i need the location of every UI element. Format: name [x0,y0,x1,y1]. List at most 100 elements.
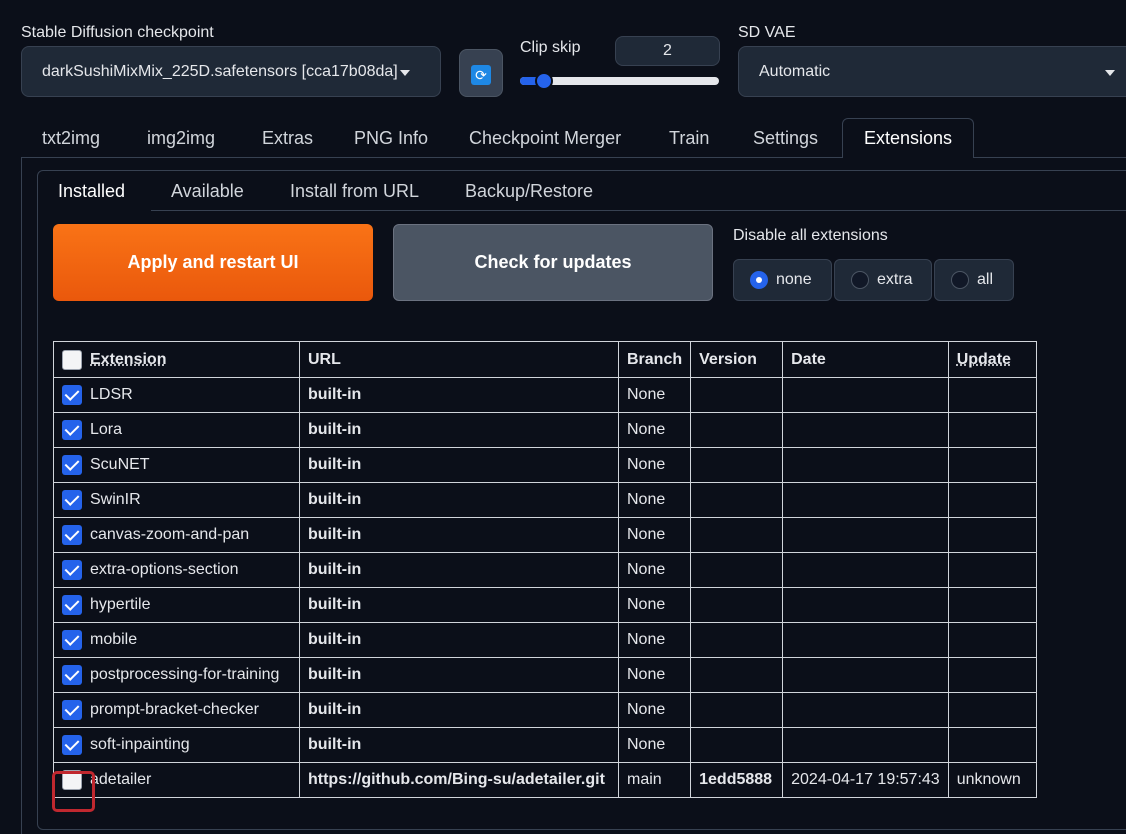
clip-skip-slider-handle[interactable] [535,72,553,90]
radio-label-none: none [776,271,812,288]
extension-name: extra-options-section [90,561,239,579]
tab-checkpoint-merger[interactable]: Checkpoint Merger [469,128,621,149]
extension-date [782,482,949,518]
extension-update [947,482,1037,518]
radio-unselected-icon [851,271,869,289]
extension-enabled-checkbox[interactable] [62,385,82,405]
check-for-updates-button[interactable]: Check for updates [393,224,713,301]
extension-enabled-checkbox[interactable] [62,700,82,720]
extension-name: adetailer [90,771,152,789]
tab-settings[interactable]: Settings [753,128,818,149]
extension-update [947,657,1037,693]
extension-enabled-checkbox[interactable] [62,490,82,510]
extension-update [947,377,1037,413]
extension-enabled-checkbox[interactable] [62,735,82,755]
tab-img2img[interactable]: img2img [147,128,215,149]
extension-name-cell[interactable]: SwinIR [53,482,300,518]
extension-url: built-in [299,377,619,413]
extension-url: https://github.com/Bing-su/adetailer.git [299,762,619,798]
extension-enabled-checkbox[interactable] [62,560,82,580]
vae-dropdown[interactable]: Automatic [738,46,1126,97]
extension-date [782,377,949,413]
extension-name-cell[interactable]: prompt-bracket-checker [53,692,300,728]
apply-and-restart-button[interactable]: Apply and restart UI [53,224,373,301]
table-row: LDSR built-in None [53,377,1037,413]
tab-png-info[interactable]: PNG Info [354,128,428,149]
checkpoint-dropdown[interactable]: darkSushiMixMix_225D.safetensors [cca17b… [21,46,441,97]
extension-version [690,412,784,448]
highlight-adetailer-checkbox [52,771,95,812]
disable-option-none[interactable]: none [733,259,832,301]
extension-branch: None [617,377,692,413]
checkpoint-label: Stable Diffusion checkpoint [21,24,214,41]
extension-name-cell[interactable]: LDSR [53,377,300,413]
extension-enabled-checkbox[interactable] [62,630,82,650]
extension-name: Lora [90,421,123,439]
extension-update [947,727,1037,763]
extension-name-cell[interactable]: mobile [53,622,300,658]
tab-txt2img[interactable]: txt2img [42,128,100,149]
tab-extras[interactable]: Extras [262,128,313,149]
header-extension[interactable]: Extension [53,341,300,378]
vae-label: SD VAE [738,24,796,41]
extension-version [690,657,784,693]
checkpoint-value: darkSushiMixMix_225D.safetensors [cca17b… [42,62,398,80]
sub-tab-installed[interactable]: Installed [58,181,125,202]
extension-enabled-checkbox[interactable] [62,665,82,685]
extension-name-cell[interactable]: extra-options-section [53,552,300,588]
clip-skip-number-input[interactable]: 2 [615,36,720,66]
extension-name-cell[interactable]: soft-inpainting [53,727,300,763]
extension-name: soft-inpainting [90,736,190,754]
extension-version [690,482,784,518]
extension-url: built-in [299,447,619,483]
disable-option-extra[interactable]: extra [834,259,932,301]
table-row: mobile built-in None [53,622,1037,658]
extension-name-cell[interactable]: canvas-zoom-and-pan [53,517,300,553]
extension-name-cell[interactable]: postprocessing-for-training [53,657,300,693]
header-update[interactable]: Update [947,341,1037,378]
refresh-icon: ⟳ [471,65,491,85]
extension-date: 2024-04-17 19:57:43 [782,762,949,798]
chevron-down-icon [1105,69,1115,76]
extension-date [782,552,949,588]
table-header-row: Extension URL Branch Version Date Update [53,341,1037,378]
extension-update [947,622,1037,658]
extension-version [690,622,784,658]
disable-option-all[interactable]: all [934,259,1014,301]
extension-name-cell[interactable]: Lora [53,412,300,448]
extension-enabled-checkbox[interactable] [62,420,82,440]
extension-name-cell[interactable]: hypertile [53,587,300,623]
extension-name: LDSR [90,386,133,404]
extension-url: built-in [299,587,619,623]
extension-branch: main [617,762,692,798]
extension-branch: None [617,517,692,553]
select-all-checkbox[interactable] [62,349,82,370]
extension-version [690,552,784,588]
extension-enabled-checkbox[interactable] [62,455,82,475]
tab-extensions[interactable]: Extensions [864,128,952,149]
tab-train[interactable]: Train [669,128,709,149]
sub-tab-backup-restore[interactable]: Backup/Restore [465,181,593,202]
refresh-checkpoint-button[interactable]: ⟳ [459,49,503,97]
clip-skip-label: Clip skip [520,39,581,56]
chevron-down-icon [400,69,410,76]
extension-url: built-in [299,622,619,658]
extension-version [690,727,784,763]
table-row: postprocessing-for-training built-in None [53,657,1037,693]
table-row: ScuNET built-in None [53,447,1037,483]
extension-branch: None [617,447,692,483]
sub-tab-install-from-url[interactable]: Install from URL [290,181,419,202]
extension-name-cell[interactable]: ScuNET [53,447,300,483]
extension-date [782,412,949,448]
extension-enabled-checkbox[interactable] [62,525,82,545]
radio-label-extra: extra [877,271,913,288]
extension-version [690,447,784,483]
table-row: soft-inpainting built-in None [53,727,1037,763]
sub-tab-available[interactable]: Available [171,181,244,202]
extension-enabled-checkbox[interactable] [62,595,82,615]
vae-value: Automatic [759,62,831,80]
extension-version [690,587,784,623]
extension-date [782,727,949,763]
sub-tab-active-gap [38,209,151,212]
extension-branch: None [617,587,692,623]
